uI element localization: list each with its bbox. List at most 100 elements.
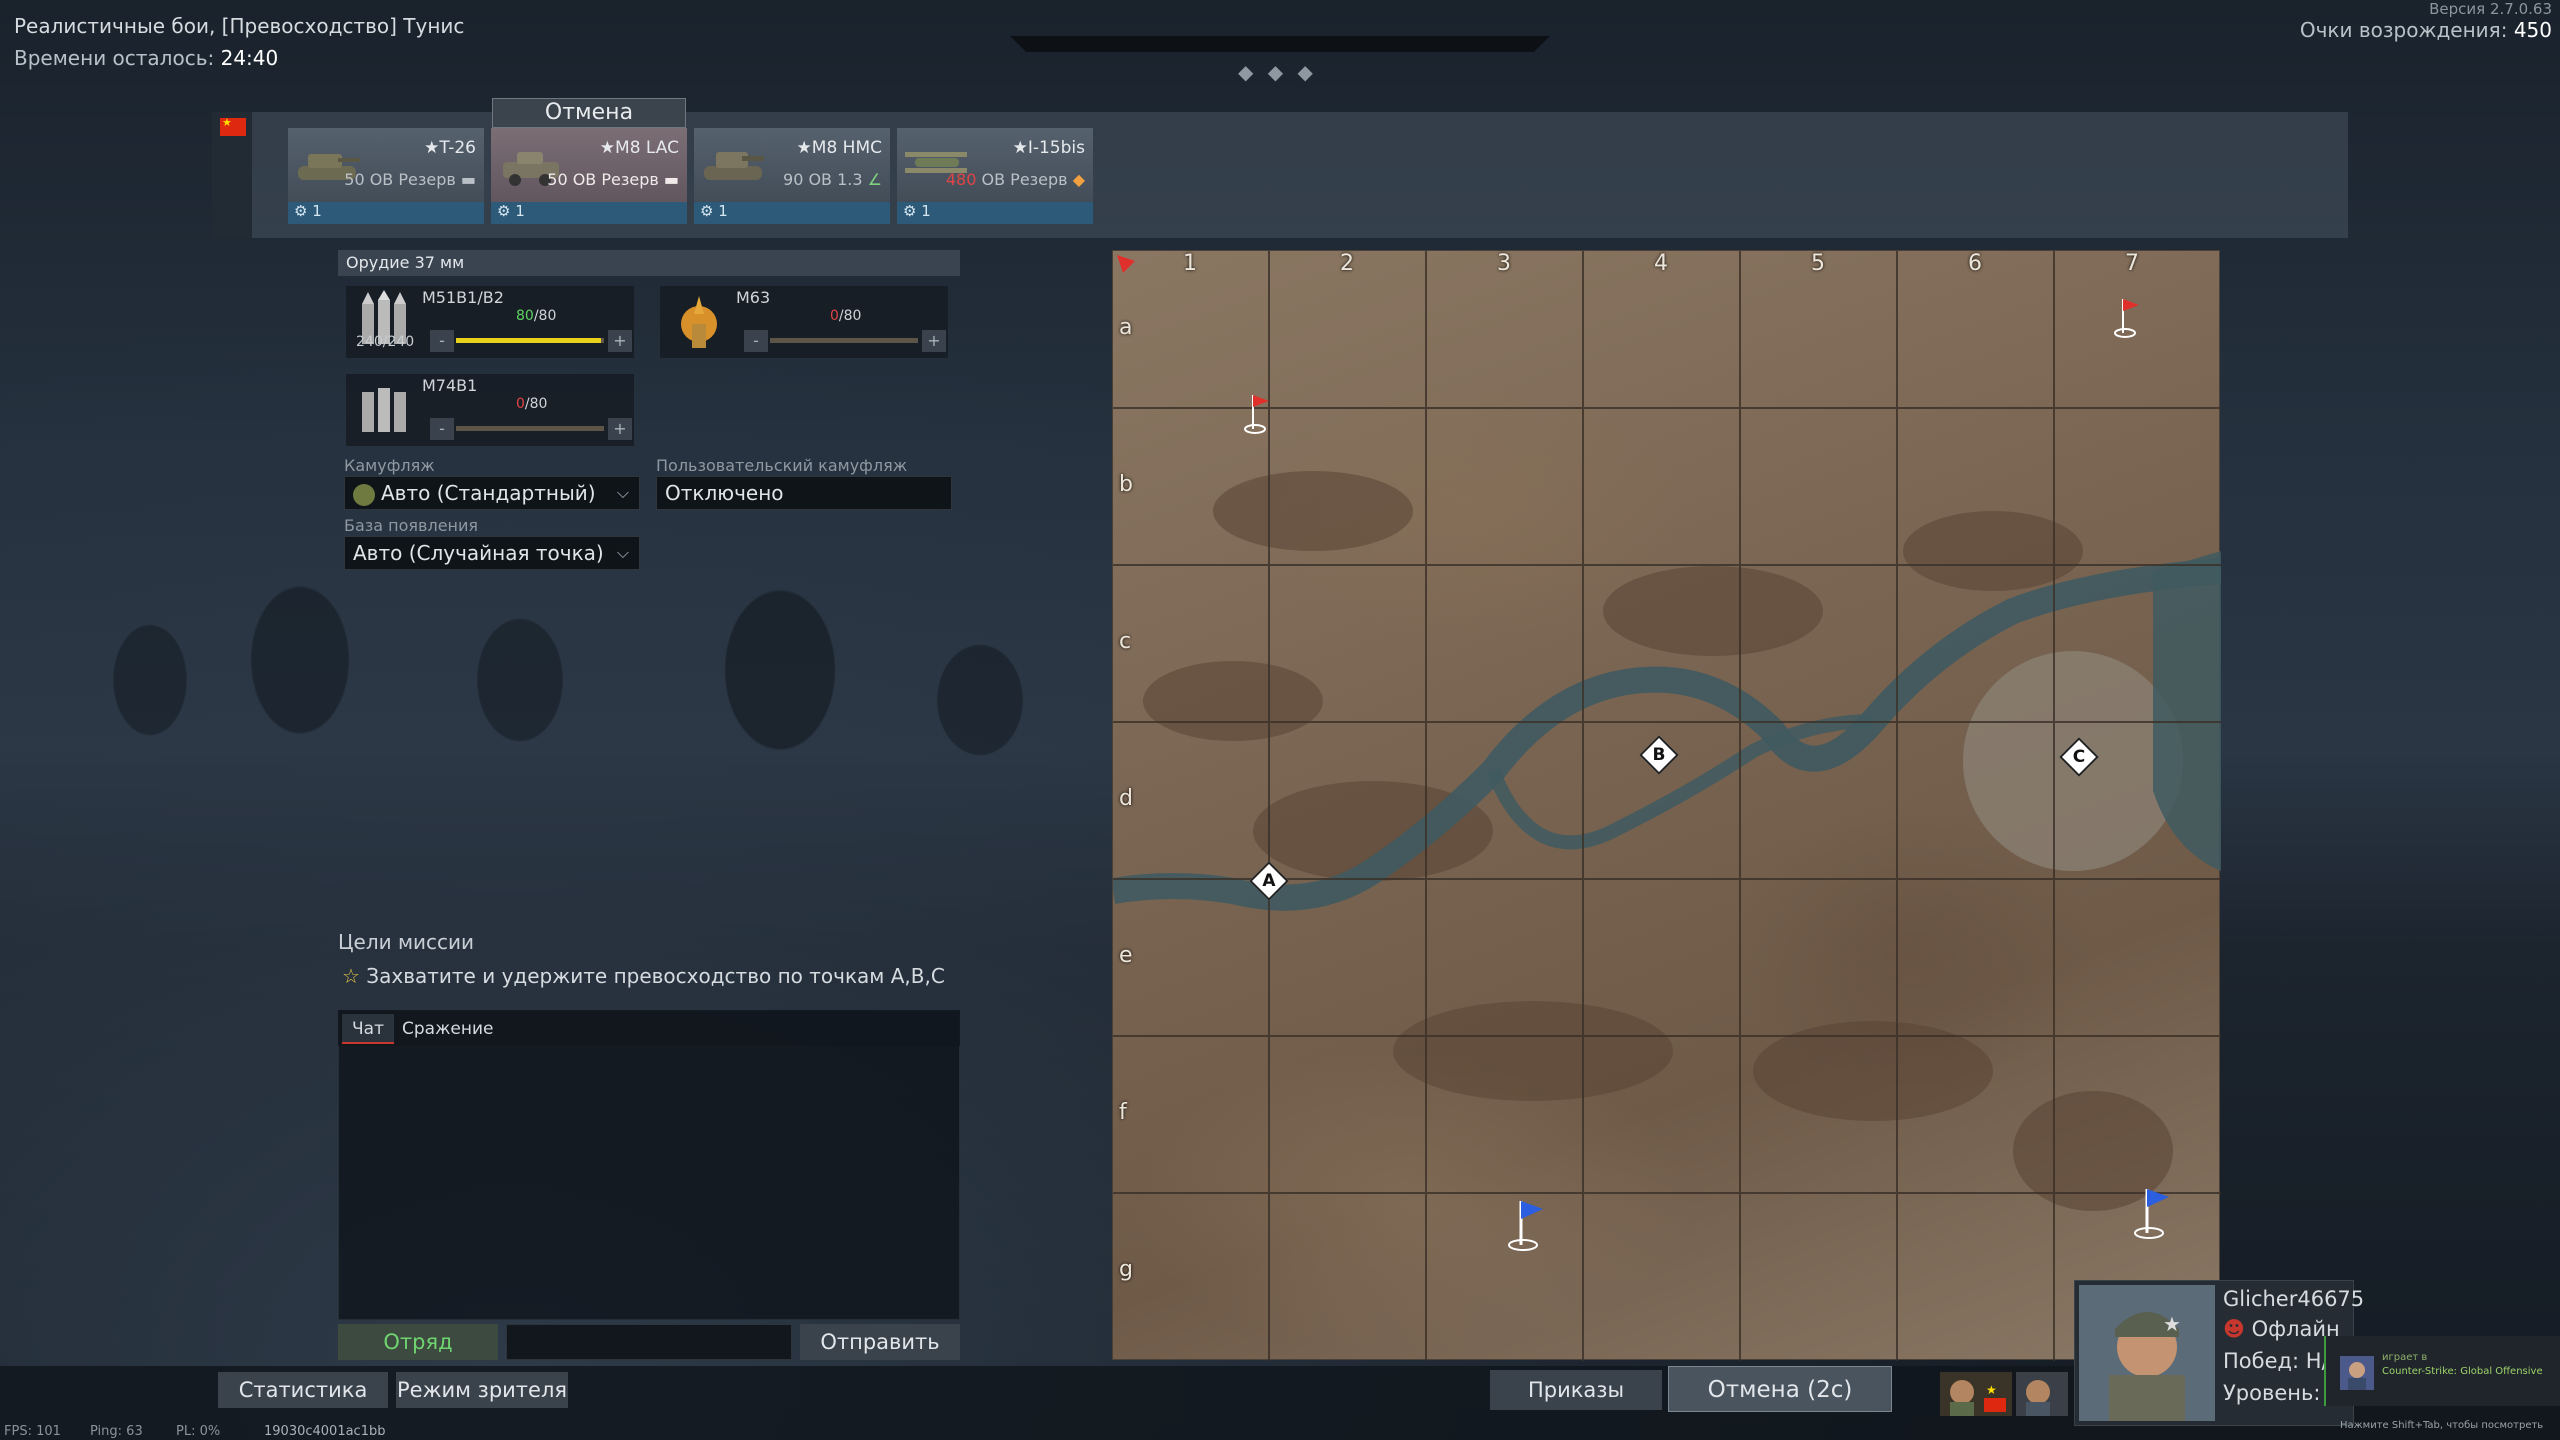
time-left-value: 24:40 bbox=[220, 46, 279, 70]
avatar bbox=[2026, 1380, 2050, 1416]
version-text: Версия 2.7.0.63 bbox=[2429, 0, 2552, 18]
red-spawn-flag-icon bbox=[1244, 395, 1269, 434]
time-left-label: Времени осталось: bbox=[14, 46, 215, 70]
grid-col-label: 1 bbox=[1183, 251, 1197, 276]
spawn-label: База появления bbox=[344, 516, 479, 535]
shell-name: M51B1/B2 bbox=[422, 288, 504, 307]
increase-button[interactable]: + bbox=[922, 330, 946, 352]
time-left: Времени осталось: 24:40 bbox=[14, 46, 278, 70]
decrease-button[interactable]: - bbox=[430, 418, 454, 440]
ammo-slot-m74[interactable]: M74B1 0/80 - + bbox=[346, 374, 634, 446]
ammo-slider[interactable] bbox=[770, 338, 918, 343]
vehicle-card-m8-hmc[interactable]: ★M8 HMC 90 ОВ 1.3 ∠ ⚙ 1 bbox=[694, 128, 890, 224]
vehicle-info: 480 ОВ Резерв ◆ bbox=[945, 170, 1085, 189]
he-shell-icon bbox=[681, 296, 717, 348]
session-id: 19030c4001ac1bb bbox=[264, 1424, 386, 1439]
mission-title: Цели миссии bbox=[338, 930, 475, 954]
battle-title: Реалистичные бои, [Превосходство] Тунис bbox=[14, 14, 465, 38]
vehicle-info: 50 ОВ Резерв ▬ bbox=[344, 170, 476, 189]
respawn-points: Очки возрождения: 450 bbox=[2300, 18, 2552, 42]
vehicle-name: ★T-26 bbox=[424, 138, 476, 158]
decrease-button[interactable]: - bbox=[430, 330, 454, 352]
player-profile-card[interactable]: ★ Glicher46675 ☻ Офлайн Побед: Н/ Уровен… bbox=[2074, 1280, 2364, 1426]
profile-wins: Побед: Н/ bbox=[2223, 1349, 2329, 1373]
respawn-value: 450 bbox=[2513, 18, 2552, 42]
cancel-tab[interactable]: Отмена bbox=[492, 98, 686, 128]
ammo-slot-m51[interactable]: M51B1/B2 80/80 240/240 - + bbox=[346, 286, 634, 358]
top-notch bbox=[1010, 36, 1550, 52]
cancel-spawn-button[interactable]: Отмена (2с) bbox=[1668, 1366, 1892, 1412]
spectator-button[interactable]: Режим зрителя bbox=[396, 1372, 568, 1408]
squad-avatar-1[interactable]: ★ bbox=[1940, 1372, 2012, 1416]
crew-bar: ⚙ 1 bbox=[491, 202, 687, 224]
svg-text:★: ★ bbox=[2163, 1312, 2181, 1336]
progress-diamonds: ◆ ◆ ◆ bbox=[1238, 60, 1317, 84]
crew-bar: ⚙ 1 bbox=[288, 202, 484, 224]
vehicle-card-i15bis[interactable]: ★I-15bis 480 ОВ Резерв ◆ ⚙ 1 bbox=[897, 128, 1093, 224]
vehicle-name: ★M8 HMC bbox=[796, 138, 882, 158]
grid-col-label: 3 bbox=[1497, 251, 1511, 276]
tactical-map[interactable]: 1 2 3 4 5 6 7 a b c d e f g A B C bbox=[1112, 250, 2221, 1361]
squad-avatar-2[interactable] bbox=[2016, 1372, 2068, 1416]
weapon-header: Орудие 37 мм bbox=[338, 250, 960, 276]
stats-button[interactable]: Статистика bbox=[218, 1372, 388, 1408]
grid-row-label: e bbox=[1119, 943, 1133, 968]
chevron-down-icon: ⌵ bbox=[616, 483, 629, 502]
china-flag-icon bbox=[220, 116, 246, 136]
blue-spawn-flag-icon[interactable] bbox=[1507, 1197, 1547, 1253]
overlay-hint: Нажмите Shift+Tab, чтобы посмотреть bbox=[2340, 1420, 2544, 1431]
friend-notification[interactable]: играет в Counter-Strike: Global Offensiv… bbox=[2324, 1336, 2560, 1406]
increase-button[interactable]: + bbox=[608, 418, 632, 440]
respawn-label: Очки возрождения: bbox=[2299, 18, 2508, 42]
profile-level: Уровень: I bbox=[2223, 1381, 2334, 1405]
ammo-slot-m63[interactable]: M63 0/80 - + bbox=[660, 286, 948, 358]
blue-spawn-flag-icon[interactable] bbox=[2133, 1185, 2173, 1241]
background-treeline bbox=[0, 560, 1100, 820]
vehicle-name: ★M8 LAC bbox=[599, 138, 679, 158]
chat-log[interactable] bbox=[338, 1010, 960, 1320]
red-spawn-flag-icon bbox=[2114, 299, 2139, 338]
profile-username: Glicher46675 bbox=[2223, 1287, 2365, 1311]
friend-avatar bbox=[2340, 1356, 2374, 1390]
spawn-select[interactable]: Авто (Случайная точка) ⌵ bbox=[344, 536, 640, 570]
ammo-slider[interactable] bbox=[456, 426, 604, 431]
camo-select[interactable]: Авто (Стандартный) ⌵ bbox=[344, 476, 640, 510]
objective-points: A,B,C bbox=[890, 964, 945, 988]
grid-row-label: c bbox=[1119, 629, 1132, 654]
avatar: ★ bbox=[1950, 1380, 2006, 1416]
grid-col-label: 4 bbox=[1654, 251, 1668, 276]
map-terrain bbox=[1113, 251, 2221, 1361]
tab-chat[interactable]: Чат bbox=[342, 1014, 394, 1044]
vehicle-card-t26[interactable]: ★T-26 50 ОВ Резерв ▬ ⚙ 1 bbox=[288, 128, 484, 224]
vehicle-info: 90 ОВ 1.3 ∠ bbox=[783, 170, 882, 189]
grid-row-label: d bbox=[1119, 786, 1133, 811]
vehicle-card-m8-lac[interactable]: ★M8 LAC 50 ОВ Резерв ▬ ⚙ 1 bbox=[491, 128, 687, 224]
ping-readout: Ping: 63 bbox=[90, 1424, 143, 1439]
top-right-info: Версия 2.7.0.63 Очки возрождения: 450 bbox=[2300, 0, 2552, 42]
shell-icon bbox=[362, 388, 406, 432]
shell-count: 0/80 bbox=[830, 308, 862, 324]
orders-button[interactable]: Приказы bbox=[1490, 1370, 1662, 1410]
ammo-slider[interactable] bbox=[456, 338, 604, 343]
chat-input[interactable] bbox=[506, 1324, 792, 1360]
packet-loss-readout: PL: 0% bbox=[176, 1424, 221, 1439]
crew-bar: ⚙ 1 bbox=[694, 202, 890, 224]
send-button[interactable]: Отправить bbox=[800, 1324, 960, 1360]
profile-status: ☻ Офлайн bbox=[2223, 1317, 2340, 1341]
grid-row-label: b bbox=[1119, 472, 1133, 497]
decrease-button[interactable]: - bbox=[744, 330, 768, 352]
tab-battle[interactable]: Сражение bbox=[392, 1014, 503, 1044]
chevron-down-icon: ⌵ bbox=[616, 543, 629, 562]
shell-stock: 240/240 bbox=[356, 334, 415, 350]
camo-label: Камуфляж bbox=[344, 456, 435, 475]
fps-readout: FPS: 101 bbox=[4, 1424, 61, 1439]
grid-row-label: a bbox=[1119, 315, 1133, 340]
custom-camo-field[interactable]: Отключено bbox=[656, 476, 952, 510]
squad-button[interactable]: Отряд bbox=[338, 1324, 498, 1360]
custom-camo-label: Пользовательский камуфляж bbox=[656, 456, 908, 475]
map-pointer-icon bbox=[1117, 255, 1135, 273]
grid-row-label: g bbox=[1119, 1257, 1133, 1282]
grid-col-label: 2 bbox=[1340, 251, 1354, 276]
increase-button[interactable]: + bbox=[608, 330, 632, 352]
avatar: ★ bbox=[2079, 1285, 2215, 1421]
